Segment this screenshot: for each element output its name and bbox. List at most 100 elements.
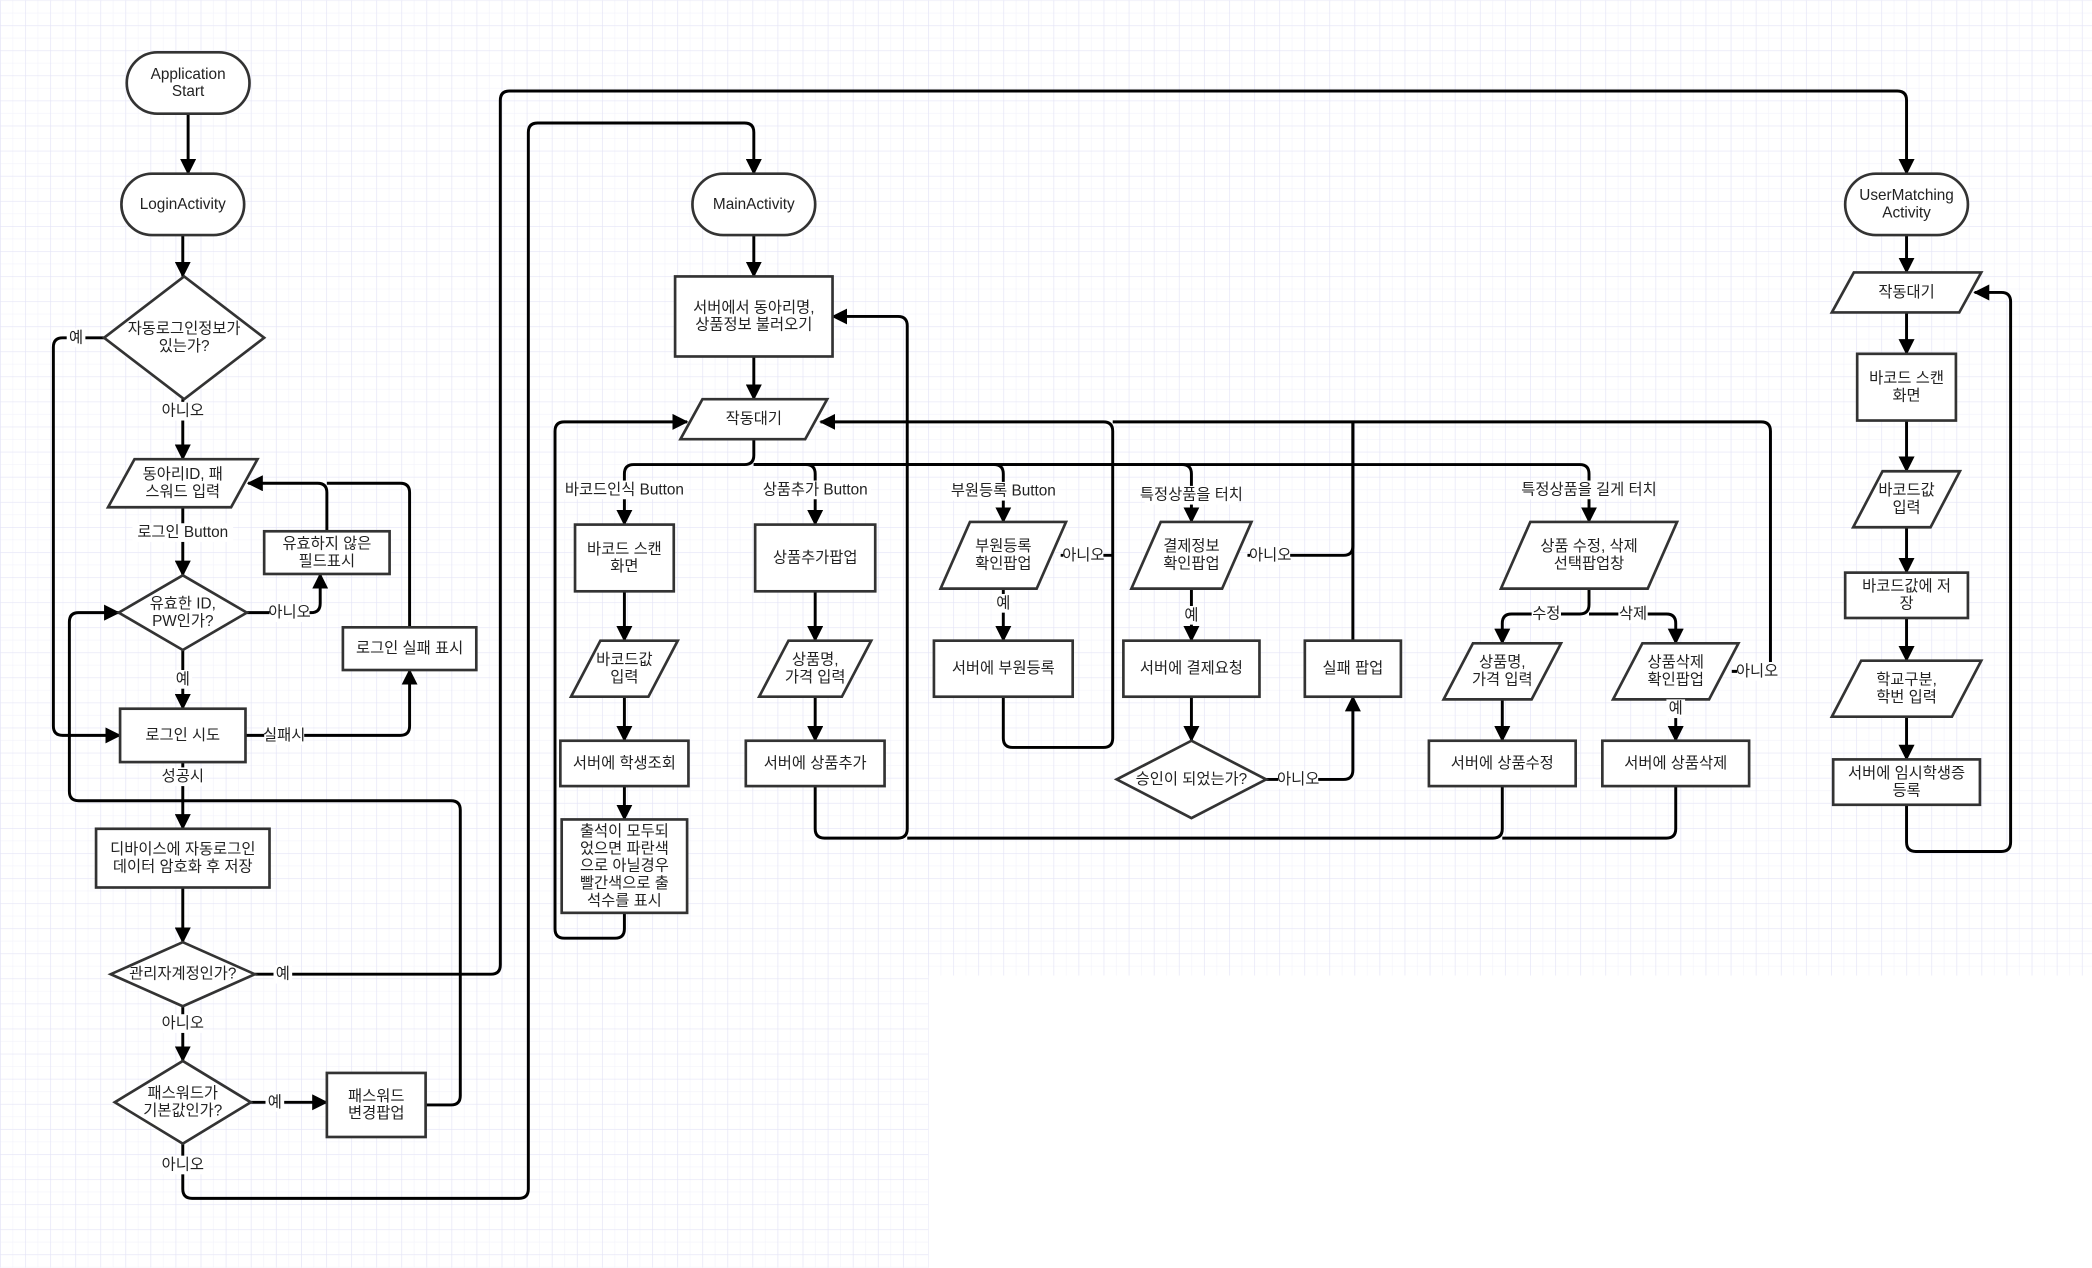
node-label: Activity [1882,205,1931,222]
node-label: 입력 [1892,499,1920,516]
edge-label-no: 아니오 [268,603,311,622]
node-label: 서버에 결제요청 [1140,660,1243,677]
svg-text:예: 예 [69,329,83,346]
edge-label-no: 아니오 [1062,545,1105,565]
node-label: 디바이스에 자동로그인 [110,841,255,858]
node-um-wait: 작동대기 [1829,271,1984,314]
node-label: 로그인 실패 표시 [356,640,463,657]
node-label: 바코드값에 저 [1862,578,1951,595]
svg-text:수정: 수정 [1532,605,1560,622]
svg-text:아니오: 아니오 [1736,663,1778,680]
node-label: 로그인 시도 [145,727,220,744]
node-label: 었으면 파란색 [580,840,669,857]
node-barcode-scan: 바코드 스캔화면 [573,523,676,593]
node-label: 자동로그인정보가 [128,321,241,338]
node-attendance-show: 출석이 모두되었으면 파란색으로 아닐경우빨간색으로 출석수를 표시 [560,818,689,915]
node-label: 등록 [1892,782,1920,799]
node-label: 확인팝업 [1163,555,1219,572]
edge-label-on-fail: 실패시 [263,726,305,745]
edge-label-yes: 예 [273,964,293,984]
node-label: 바코드값 [596,652,652,669]
flowchart-canvas: ApplicationStart LoginActivity 자동로그인정보가있는가… [0,0,2092,1268]
node-label: 학번 입력 [1876,689,1937,706]
node-label: 필드표시 [299,553,355,570]
node-label: 패스워드가 [148,1085,219,1102]
node-label: 바코드 스캔 [1869,370,1944,387]
svg-text:성공시: 성공시 [162,768,204,785]
edge-label-yes: 예 [1666,699,1686,719]
node-label: 선택팝업창 [1554,555,1625,572]
edge-label-edit: 수정 [1531,604,1561,624]
node-label: 상품정보 불러오기 [695,317,812,334]
edge-label-no: 아니오 [1249,545,1291,565]
node-label: 변경팝업 [348,1105,404,1122]
node-label: 실패 팝업 [1323,660,1384,677]
node-add-product-popup: 상품추가팝업 [753,523,877,593]
node-login-try: 로그인 시도 [118,707,247,764]
svg-text:아니오: 아니오 [1062,547,1104,564]
node-pw-change-popup: 패스워드변경팝업 [325,1071,427,1139]
node-label: 서버에 상품수정 [1451,755,1554,772]
node-label: 부원등록 [975,538,1031,555]
svg-text:삭제: 삭제 [1619,605,1647,622]
node-label: Application [151,66,226,83]
edge-label-on-success: 성공시 [162,767,204,787]
node-label: 서버에 부원등록 [952,660,1055,677]
edge-label-yes: 예 [993,593,1013,613]
edge-label-no: 아니오 [162,1014,204,1033]
node-label: UserMatching [1859,187,1954,204]
edge-label-member-button: 부원등록 Button [947,481,1060,501]
svg-text:예: 예 [1184,607,1198,624]
node-um-barcode-save: 바코드값에 저장 [1843,571,1970,620]
svg-text:예: 예 [176,671,190,688]
node-label: 결제정보 [1163,538,1219,555]
node-um-barcode-scan: 바코드 스캔화면 [1855,352,1958,422]
edge-label-no: 아니오 [162,401,204,421]
node-login-activity: LoginActivity [120,172,246,237]
edge-label-login-button: 로그인 Button [132,523,234,542]
grid-background-lower [0,975,929,1268]
node-server-payment: 서버에 결제요청 [1122,639,1261,699]
node-label: 상품 수정, 삭제 [1540,538,1637,555]
svg-text:예: 예 [1669,700,1683,717]
node-label: PW인가? [152,613,213,630]
svg-text:예: 예 [276,966,290,983]
node-save-auto: 디바이스에 자동로그인데이터 암호화 후 저장 [94,827,271,889]
svg-text:예: 예 [268,1094,282,1111]
node-label: 기본값인가? [143,1102,222,1119]
node-label: 화면 [1892,387,1920,404]
node-label: 데이터 암호화 후 저장 [113,858,253,875]
node-label: 서버에 임시학생증 [1848,765,1965,782]
node-label: 확인팝업 [975,555,1031,572]
node-label: 상품명, [1479,654,1526,671]
svg-text:로그인 Button: 로그인 Button [137,524,228,541]
svg-text:예: 예 [996,595,1010,612]
svg-text:실패시: 실패시 [263,727,305,744]
node-label: 서버에 상품삭제 [1624,755,1727,772]
node-load-server: 서버에서 동아리명,상품정보 불러오기 [673,275,834,358]
node-label: 승인이 되었는가? [1136,771,1248,788]
node-label: 장 [1899,595,1913,612]
node-label: 화면 [610,558,638,575]
node-label: 상품삭제 [1648,654,1704,671]
node-student-lookup: 서버에 학생조회 [559,739,690,788]
node-login-fail: 로그인 실패 표시 [341,625,478,672]
edge-label-delete: 삭제 [1618,604,1648,624]
edge-label-yes: 예 [1182,605,1201,625]
node-label: 서버에서 동아리명, [693,299,814,316]
svg-text:바코드인식 Button: 바코드인식 Button [565,481,684,498]
node-label: 바코드값 [1878,482,1934,499]
node-label: 작동대기 [726,411,782,428]
node-label: 바코드 스캔 [587,541,662,558]
node-label: MainActivity [713,196,795,213]
node-label: 유효하지 않은 [282,535,371,552]
node-label: 있는가? [159,338,210,355]
node-label: 빨간색으로 출 [580,875,669,892]
svg-text:특정상품을 길게 터치: 특정상품을 길게 터치 [1521,481,1656,498]
node-label: 유효한 ID, [150,595,216,612]
svg-text:아니오: 아니오 [1277,771,1319,788]
svg-text:상품추가 Button: 상품추가 Button [763,481,868,498]
edge-label-no: 아니오 [1277,770,1319,789]
node-fail-popup: 실패 팝업 [1303,639,1403,699]
node-label: Start [172,83,205,100]
